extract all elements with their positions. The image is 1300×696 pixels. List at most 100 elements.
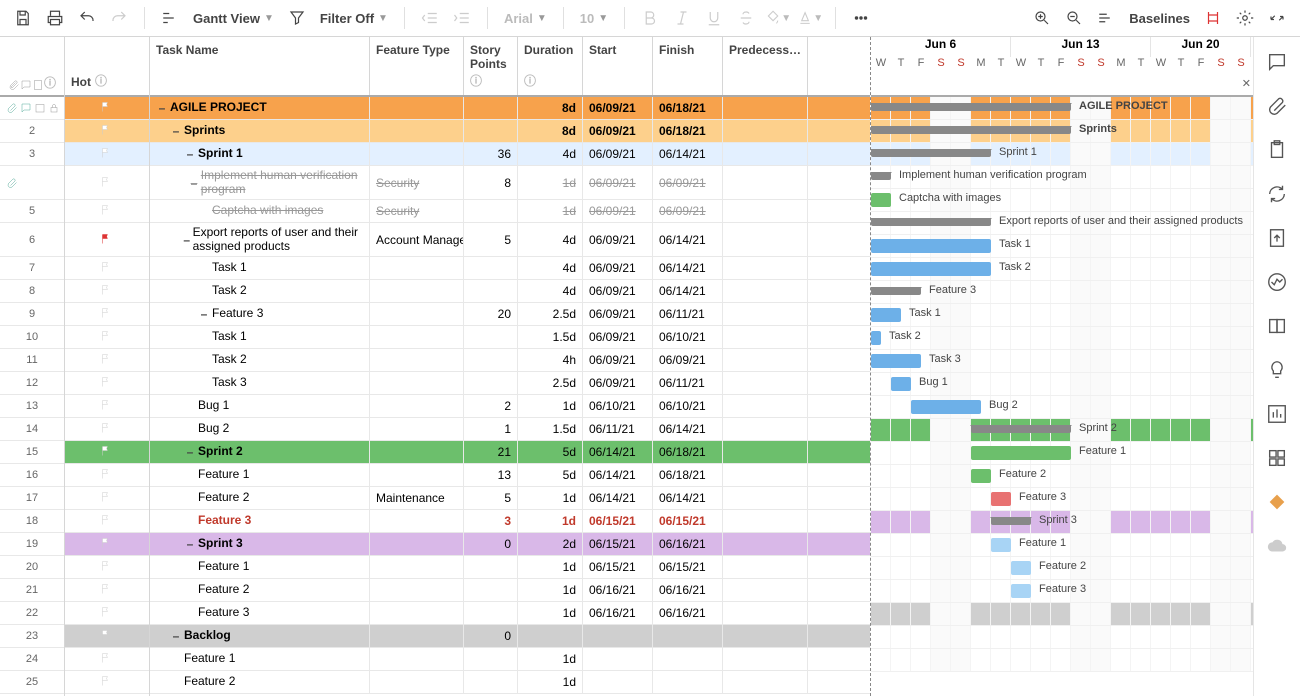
flag-cell[interactable] [65,326,149,349]
flag-cell[interactable] [65,257,149,280]
chart-icon[interactable] [1266,403,1288,425]
row-number[interactable]: 3 [0,143,64,166]
gantt-row[interactable]: Feature 3 [871,580,1253,603]
close-icon[interactable]: ✕ [1242,77,1251,90]
flag-cell[interactable] [65,671,149,694]
gantt-icon[interactable] [157,5,183,31]
filter-dropdown[interactable]: Filter Off▼ [316,11,392,26]
flag-cell[interactable] [65,602,149,625]
indent-icon[interactable] [449,5,475,31]
row-number[interactable]: 21 [0,579,64,602]
flag-cell[interactable] [65,533,149,556]
task-row[interactable]: Bug 121d06/10/2106/10/21 [150,395,870,418]
gantt-view-dropdown[interactable]: Gantt View▼ [189,11,278,26]
task-row[interactable]: Feature 11d06/15/2106/15/21 [150,556,870,579]
font-dropdown[interactable]: Arial▼ [500,11,551,26]
gantt-bar[interactable] [871,239,991,253]
row-number[interactable]: 6 [0,223,64,257]
gantt-bar[interactable] [971,469,991,483]
task-row[interactable]: Task 14d06/09/2106/14/21 [150,257,870,280]
row-number[interactable]: 22 [0,602,64,625]
gantt-row[interactable]: AGILE PROJECT [871,97,1253,120]
zoom-in-icon[interactable] [1029,5,1055,31]
comments-icon[interactable] [1266,51,1288,73]
task-row[interactable]: –Backlog0 [150,625,870,648]
column-header-ftype[interactable]: Feature Type [370,37,464,95]
flag-cell[interactable] [65,200,149,223]
gantt-summary-bar[interactable] [871,218,991,226]
task-row[interactable]: –AGILE PROJECT8d06/09/2106/18/21 [150,97,870,120]
flag-cell[interactable] [65,120,149,143]
flag-cell[interactable] [65,579,149,602]
flag-cell[interactable] [65,487,149,510]
gantt-row[interactable]: Feature 2 [871,465,1253,488]
gantt-row[interactable]: Captcha with images [871,189,1253,212]
task-row[interactable]: –Sprint 302d06/15/2106/16/21 [150,533,870,556]
apps-icon[interactable] [1266,447,1288,469]
flag-cell[interactable] [65,166,149,200]
column-header-task[interactable]: Task Name [150,37,370,95]
fill-icon[interactable]: ▼ [765,5,791,31]
gantt-row[interactable]: Sprint 1 [871,143,1253,166]
task-row[interactable]: Captcha with imagesSecurity1d06/09/2106/… [150,200,870,223]
task-row[interactable]: Task 24h06/09/2106/09/21 [150,349,870,372]
gantt-row[interactable]: Feature 1 [871,534,1253,557]
task-row[interactable]: Task 11.5d06/09/2106/10/21 [150,326,870,349]
baselines-button[interactable]: Baselines [1125,11,1194,26]
task-row[interactable]: Feature 331d06/15/2106/15/21 [150,510,870,533]
gantt-bar[interactable] [871,262,991,276]
gantt-bar[interactable] [991,538,1011,552]
task-row[interactable]: Feature 31d06/16/2106/16/21 [150,602,870,625]
flag-cell[interactable] [65,223,149,257]
flag-cell[interactable] [65,625,149,648]
gantt-bar[interactable] [871,354,921,368]
gantt-bar[interactable] [1011,561,1031,575]
zoom-out-icon[interactable] [1061,5,1087,31]
column-header-story[interactable]: Story Pointsⓘ [464,37,518,95]
row-number[interactable]: 14 [0,418,64,441]
flag-cell[interactable] [65,441,149,464]
more-icon[interactable] [848,5,874,31]
flag-cell[interactable] [65,349,149,372]
gantt-chart[interactable]: Jun 6Jun 13Jun 20 WTFSSMTWTFSSMTWTFSS ✕ … [871,37,1253,696]
row-number[interactable]: 25 [0,671,64,694]
gantt-row[interactable]: Feature 3 [871,488,1253,511]
row-number[interactable]: 13 [0,395,64,418]
row-number[interactable]: 2 [0,120,64,143]
gantt-row[interactable]: Sprint 2 [871,419,1253,442]
row-number[interactable]: 19 [0,533,64,556]
redo-icon[interactable] [106,5,132,31]
gantt-summary-bar[interactable] [871,172,891,180]
idea-icon[interactable] [1266,359,1288,381]
gantt-row[interactable] [871,649,1253,672]
flag-cell[interactable] [65,395,149,418]
refresh-icon[interactable] [1266,183,1288,205]
gantt-row[interactable]: Feature 2 [871,557,1253,580]
row-number[interactable]: 5 [0,200,64,223]
flag-cell[interactable] [65,280,149,303]
gantt-summary-bar[interactable] [971,425,1071,433]
gantt-summary-bar[interactable] [871,103,1071,111]
task-row[interactable]: Feature 1135d06/14/2106/18/21 [150,464,870,487]
gantt-row[interactable]: Bug 2 [871,396,1253,419]
flag-cell[interactable] [65,303,149,326]
gantt-row[interactable]: Task 1 [871,304,1253,327]
gantt-row[interactable]: Task 2 [871,258,1253,281]
task-row[interactable]: Feature 2Maintenance51d06/14/2106/14/21 [150,487,870,510]
column-header-dur[interactable]: Durationⓘ [518,37,583,95]
column-header-start[interactable]: Start [583,37,653,95]
gantt-summary-bar[interactable] [871,126,1071,134]
gantt-row[interactable]: Bug 1 [871,373,1253,396]
flag-cell[interactable] [65,418,149,441]
gantt-row[interactable]: Sprint 3 [871,511,1253,534]
clipboard-icon[interactable] [1266,139,1288,161]
flag-cell[interactable] [65,143,149,166]
task-row[interactable]: Feature 21d06/16/2106/16/21 [150,579,870,602]
gantt-row[interactable] [871,603,1253,626]
upload-icon[interactable] [1266,227,1288,249]
task-row[interactable]: Bug 211.5d06/11/2106/14/21 [150,418,870,441]
gantt-summary-bar[interactable] [991,517,1031,525]
gantt-summary-bar[interactable] [871,287,921,295]
fontsize-dropdown[interactable]: 10▼ [576,11,612,26]
baselines-icon[interactable] [1093,5,1119,31]
